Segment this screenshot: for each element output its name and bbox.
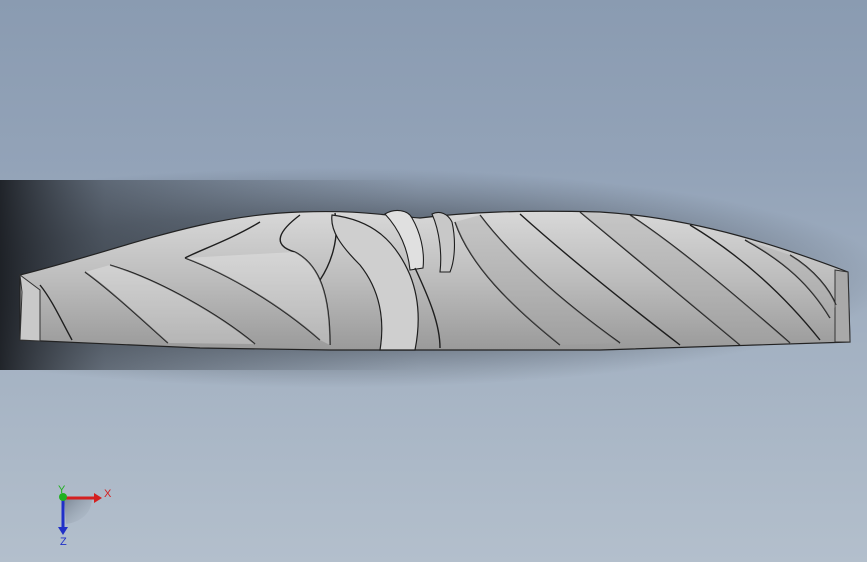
z-axis-label: Z [60, 536, 67, 548]
x-axis-label: X [104, 488, 112, 500]
z-axis-arrowhead [58, 527, 68, 535]
hub-rim-right [834, 269, 851, 343]
y-axis-label: Y [58, 484, 66, 496]
orientation-triad[interactable]: X Y Z [58, 484, 112, 548]
graphics-viewport[interactable]: X Y Z [0, 0, 867, 562]
model-canvas[interactable]: X Y Z [0, 0, 867, 562]
triad-shadow [64, 498, 92, 524]
x-axis-arrowhead [94, 493, 102, 503]
